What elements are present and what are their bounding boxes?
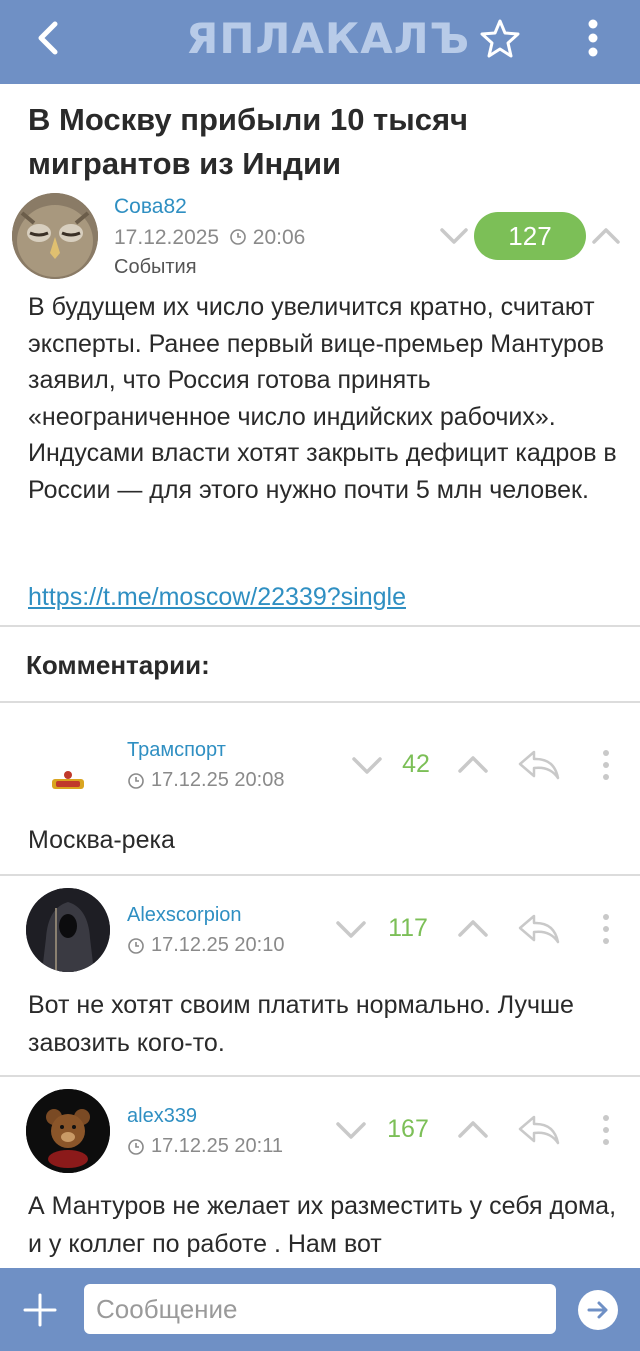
post-category[interactable]: События xyxy=(114,256,197,279)
comment-reply-button[interactable] xyxy=(516,748,562,782)
chevron-down-icon xyxy=(352,757,382,774)
post-date: 17.12.2025 20:06 xyxy=(114,226,305,250)
owl-avatar-image xyxy=(12,193,98,279)
post-source-link[interactable]: https://t.me/moscow/22339?single xyxy=(28,583,406,612)
send-button[interactable] xyxy=(578,1290,618,1330)
comment-score: 117 xyxy=(388,914,428,942)
favorite-button[interactable] xyxy=(478,16,522,60)
plus-icon xyxy=(23,1293,57,1327)
comment-vote-up-button[interactable] xyxy=(456,750,490,780)
clock-icon xyxy=(128,937,144,954)
teddy-bear-avatar-image xyxy=(26,1089,110,1173)
comment-reply-button[interactable] xyxy=(516,1113,562,1147)
comments-heading: Комментарии: xyxy=(26,650,210,680)
divider xyxy=(0,1075,640,1077)
attach-button[interactable] xyxy=(22,1292,58,1328)
star-icon xyxy=(480,19,520,58)
comment-score: 167 xyxy=(387,1115,429,1143)
clock-icon xyxy=(128,1138,144,1155)
divider xyxy=(0,701,640,703)
send-arrow-icon xyxy=(587,1301,608,1319)
more-vertical-icon xyxy=(588,19,598,57)
post-date-value: 17.12.2025 xyxy=(114,226,220,249)
post-body: В будущем их число увеличится кратно, сч… xyxy=(28,293,617,504)
comment-text: Вот не хотят своим платить нормально. Лу… xyxy=(28,991,574,1057)
comment-datetime: 17.12.25 20:11 xyxy=(151,1135,283,1157)
post-vote-down-button[interactable] xyxy=(438,222,470,250)
comment-text: Москва-река xyxy=(28,826,175,854)
commenter-avatar[interactable] xyxy=(26,1089,110,1173)
comment-reply-button[interactable] xyxy=(516,912,562,946)
more-vertical-icon xyxy=(603,914,609,944)
comment-vote-down-button[interactable] xyxy=(350,750,384,780)
clock-icon xyxy=(128,772,144,789)
post-rating-badge: 127 xyxy=(474,212,586,260)
reply-icon xyxy=(518,1115,560,1145)
top-app-bar: ЯПЛАКАЛЪ xyxy=(0,0,640,84)
chevron-up-icon xyxy=(458,1121,488,1138)
divider xyxy=(0,625,640,627)
menu-button[interactable] xyxy=(580,16,606,60)
comment-time: 17.12.25 20:10 xyxy=(127,934,284,957)
divider xyxy=(0,874,640,876)
reaper-avatar-image xyxy=(26,888,110,972)
logo-avatar-image xyxy=(52,771,84,789)
comment-vote-up-button[interactable] xyxy=(456,1115,490,1145)
post-author[interactable]: Сова82 xyxy=(114,195,187,219)
commenter-name[interactable]: Alexscorpion xyxy=(127,904,242,927)
author-avatar[interactable] xyxy=(12,193,98,279)
reply-icon xyxy=(518,750,560,780)
chevron-down-icon xyxy=(440,228,468,244)
chevron-up-icon xyxy=(458,920,488,937)
site-logo[interactable]: ЯПЛАКАЛЪ xyxy=(186,14,470,63)
more-vertical-icon xyxy=(603,1115,609,1145)
commenter-name[interactable]: alex339 xyxy=(127,1105,197,1128)
commenter-avatar[interactable] xyxy=(26,723,110,807)
more-vertical-icon xyxy=(603,750,609,780)
post-time-value: 20:06 xyxy=(252,226,306,249)
comment-time: 17.12.25 20:08 xyxy=(127,769,284,792)
message-input[interactable] xyxy=(84,1284,556,1334)
commenter-avatar[interactable] xyxy=(26,888,110,972)
comment-text: А Мантуров не желает их разместить у себ… xyxy=(28,1192,617,1258)
chevron-up-icon xyxy=(592,228,620,244)
chevron-up-icon xyxy=(458,756,488,773)
reply-icon xyxy=(518,914,560,944)
comment-more-button[interactable] xyxy=(598,912,614,946)
commenter-name[interactable]: Трамспорт xyxy=(127,739,226,762)
comment-datetime: 17.12.25 20:10 xyxy=(151,934,285,956)
chevron-left-icon xyxy=(38,21,58,55)
chevron-down-icon xyxy=(336,921,366,938)
back-button[interactable] xyxy=(28,18,68,58)
clock-icon xyxy=(230,229,246,245)
comment-vote-up-button[interactable] xyxy=(456,914,490,944)
comment-vote-down-button[interactable] xyxy=(334,914,368,944)
post-title: В Москву прибыли 10 тысяч мигрантов из И… xyxy=(28,102,469,181)
post-vote-up-button[interactable] xyxy=(590,222,622,250)
chevron-down-icon xyxy=(336,1122,366,1139)
comment-time: 17.12.25 20:11 xyxy=(127,1135,283,1158)
comment-more-button[interactable] xyxy=(598,1113,614,1147)
comment-datetime: 17.12.25 20:08 xyxy=(151,769,285,791)
message-composer-bar xyxy=(0,1268,640,1351)
comment-more-button[interactable] xyxy=(598,748,614,782)
comment-vote-down-button[interactable] xyxy=(334,1115,368,1145)
comment-score: 42 xyxy=(402,750,430,778)
